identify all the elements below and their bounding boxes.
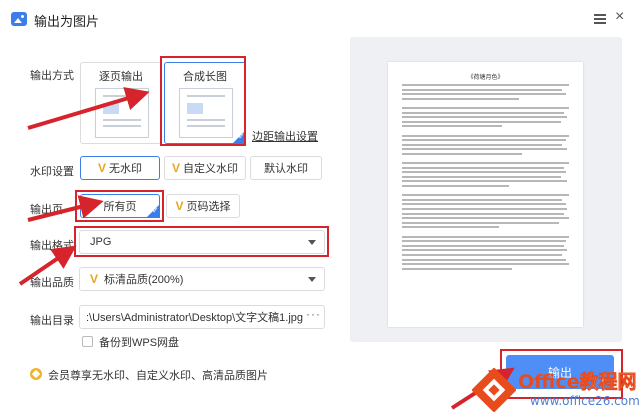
preview-text-line [402, 84, 569, 86]
range-label: 输出页 [30, 204, 63, 216]
quality-select[interactable]: V 标清品质(200%) [79, 267, 325, 291]
preview-text-line [402, 226, 499, 229]
watermark-title-part2: 教程网 [579, 371, 637, 394]
backup-checkbox[interactable] [82, 336, 93, 347]
page-thumbnail-icon [95, 88, 149, 138]
preview-text-line [402, 194, 569, 197]
preview-text-line [402, 143, 563, 146]
preview-text-line [402, 221, 559, 224]
preview-text-line [402, 249, 568, 252]
watermark-label: 水印设置 [30, 166, 74, 178]
preview-text-line [402, 253, 563, 256]
mode-label: 输出方式 [30, 70, 74, 82]
preview-text-line [402, 139, 566, 142]
preview-text-line [402, 97, 519, 100]
preview-text-line [402, 267, 513, 270]
office-logo-icon [472, 368, 516, 412]
range-select-pages-button[interactable]: V 页码选择 [166, 194, 240, 218]
preview-text-line [402, 263, 569, 266]
backup-label: 备份到WPS网盘 [99, 337, 180, 349]
highlight-box-mode [160, 56, 246, 146]
preview-text-line [402, 180, 568, 183]
watermark-custom-button[interactable]: V 自定义水印 [164, 156, 246, 180]
preview-text-line [402, 134, 569, 137]
preview-text-line [402, 185, 509, 188]
preview-text-line [402, 106, 569, 109]
member-benefits-text: 会员尊享无水印、自定义水印、高清品质图片 [48, 370, 268, 382]
vip-icon: V [90, 272, 99, 286]
range-select-pages-label: 页码选择 [186, 201, 231, 213]
watermark-none-button[interactable]: V 无水印 [80, 156, 160, 180]
preview-text-line [402, 116, 568, 119]
preview-text-lines [402, 84, 569, 272]
title-bar: 输出为图片 × [0, 0, 640, 36]
more-icon[interactable]: ··· [306, 307, 321, 321]
site-watermark: Office教程网 www.office26.com [472, 363, 640, 415]
preview-text-line [402, 152, 523, 155]
margin-settings-link[interactable]: 边距输出设置 [252, 128, 318, 144]
output-path-field[interactable]: :\Users\Administrator\Desktop\文字文稿1.jpg [79, 305, 325, 329]
preview-text-line [402, 125, 503, 128]
format-label: 输出格式 [30, 240, 74, 252]
preview-text-line [402, 203, 566, 206]
preview-text-line [402, 198, 563, 201]
close-icon[interactable]: × [615, 9, 624, 25]
preview-text-line [402, 148, 568, 151]
mode-per-page-label: 逐页输出 [99, 71, 143, 83]
preview-text-line [402, 240, 566, 243]
preview-text-line [402, 212, 564, 215]
highlight-box-format [74, 226, 329, 257]
vip-icon: V [175, 199, 184, 213]
watermark-url: www.office26.com [530, 394, 640, 408]
vip-icon: V [171, 161, 180, 175]
quality-value: 标清品质(200%) [104, 274, 184, 286]
watermark-title-part1: Office [518, 371, 580, 393]
mode-per-page-card[interactable]: 逐页输出 [80, 62, 162, 144]
crown-icon [30, 368, 42, 380]
watermark-none-label: 无水印 [109, 163, 142, 175]
preview-text-line [402, 175, 561, 178]
preview-text-line [402, 258, 566, 261]
dialog-title: 输出为图片 [34, 14, 100, 29]
preview-page: 《荷塘月色》 [388, 62, 583, 327]
preview-panel: 《荷塘月色》 [350, 37, 622, 342]
watermark-custom-label: 自定义水印 [183, 163, 238, 175]
preview-doc-title: 《荷塘月色》 [467, 75, 504, 81]
directory-label: 输出目录 [30, 315, 74, 327]
preview-text-line [402, 162, 569, 165]
quality-label: 输出品质 [30, 277, 74, 289]
watermark-title: Office教程网 [518, 367, 637, 394]
preview-text-line [402, 208, 568, 211]
menu-icon[interactable] [594, 14, 606, 24]
image-icon [11, 12, 27, 26]
preview-text-line [402, 111, 564, 114]
watermark-default-button[interactable]: 默认水印 [250, 156, 322, 180]
preview-text-line [402, 171, 566, 174]
preview-text-line [402, 88, 563, 91]
highlight-box-range [75, 190, 164, 222]
watermark-default-label: 默认水印 [264, 163, 308, 175]
preview-text-line [402, 235, 569, 238]
output-path-value: :\Users\Administrator\Desktop\文字文稿1.jpg [86, 312, 304, 324]
preview-text-line [402, 244, 564, 247]
chevron-down-icon [308, 277, 316, 282]
preview-text-line [402, 93, 566, 96]
vip-icon: V [97, 161, 106, 175]
preview-text-line [402, 166, 564, 169]
preview-text-line [402, 120, 561, 123]
preview-text-line [402, 217, 569, 220]
